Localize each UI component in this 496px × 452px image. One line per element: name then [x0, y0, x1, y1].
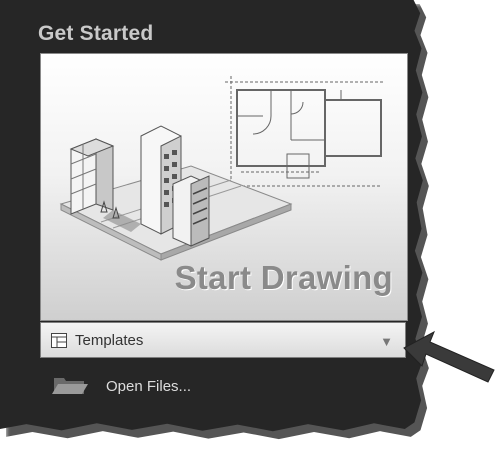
templates-label: Templates: [75, 332, 144, 349]
callout-arrow-icon: [403, 330, 495, 383]
template-icon: [51, 333, 67, 348]
start-drawing-label: Start Drawing: [174, 259, 393, 296]
folder-icon: [52, 378, 88, 394]
chevron-down-icon[interactable]: ▼: [380, 334, 393, 349]
open-files-label: Open Files...: [106, 377, 192, 395]
section-title: Get Started: [38, 22, 154, 45]
templates-dropdown[interactable]: Templates ▼: [40, 322, 406, 358]
get-started-panel: Get Started Start Drawing Templates ▼ Op…: [0, 0, 423, 432]
start-drawing-button[interactable]: Start Drawing: [40, 53, 408, 321]
open-files-item[interactable]: Open Files...: [50, 373, 191, 399]
